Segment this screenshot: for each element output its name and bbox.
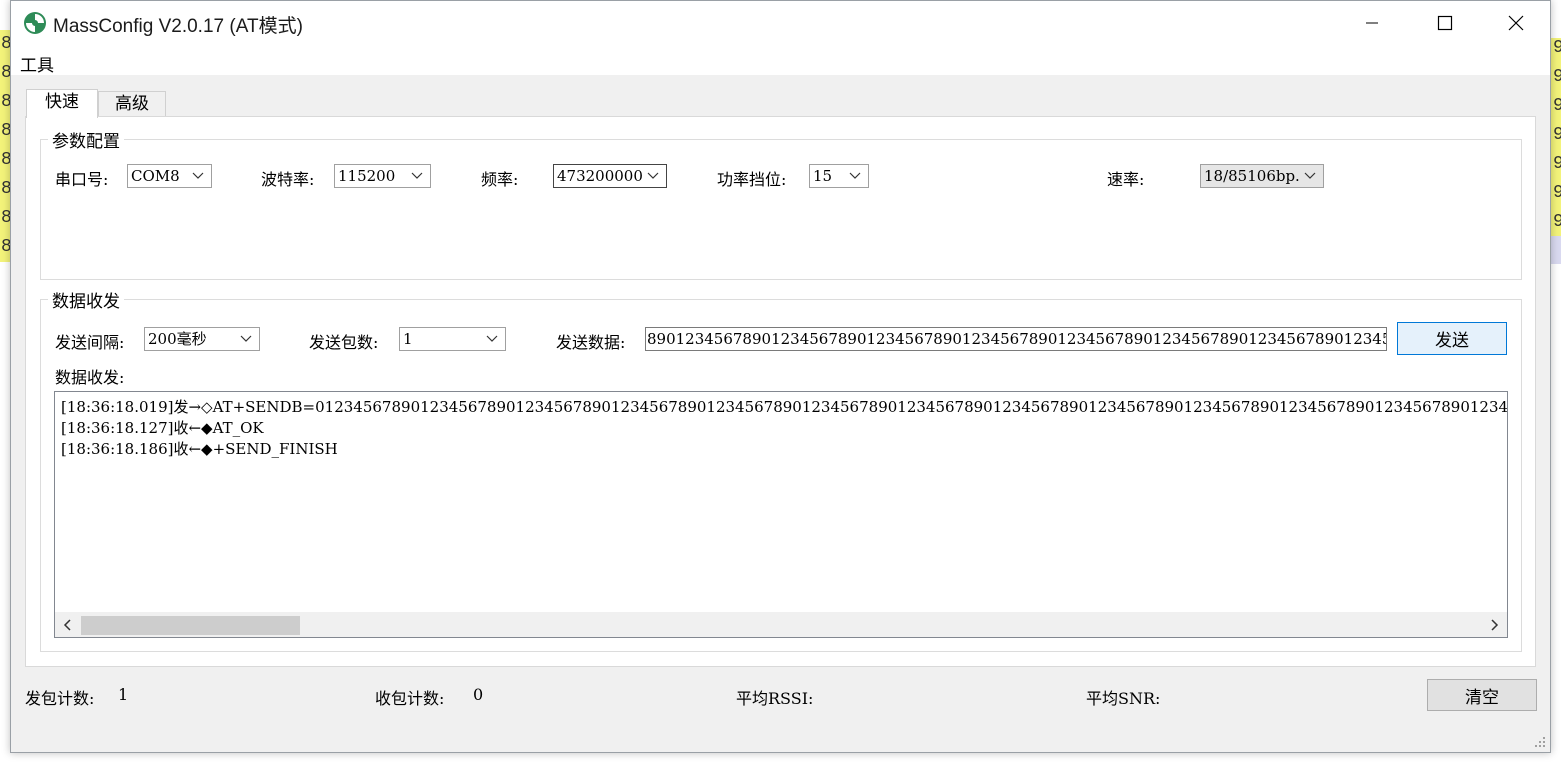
data-log[interactable]: [18:36:18.019]发→◇AT+SENDB=01234567890123… (54, 391, 1508, 638)
title-bar[interactable]: MassConfig V2.0.17 (AT模式) (11, 1, 1550, 45)
power-value: 15 (813, 167, 833, 185)
send-button[interactable]: 发送 (1397, 322, 1507, 355)
close-button[interactable] (1481, 1, 1551, 45)
tab-quick[interactable]: 快速 (26, 89, 98, 118)
chevron-down-icon (410, 165, 424, 187)
rate-label: 速率: (1107, 170, 1145, 189)
chevron-down-icon (239, 328, 253, 350)
rate-select[interactable]: 18/85106bp. (1200, 164, 1324, 188)
minimize-icon (1366, 22, 1378, 24)
packet-count-value: 1 (403, 330, 413, 348)
background-digit: 9 (1553, 183, 1561, 203)
recv-count-label: 收包计数: (375, 689, 445, 708)
close-icon (1508, 15, 1524, 31)
app-logo-icon (24, 12, 46, 34)
minimize-button[interactable] (1337, 1, 1407, 45)
menu-tools[interactable]: 工具 (20, 51, 54, 76)
interval-value: 200毫秒 (148, 330, 207, 348)
tab-advanced[interactable]: 高级 (98, 91, 166, 118)
chevron-down-icon (646, 165, 660, 187)
scroll-left-icon[interactable] (55, 613, 79, 637)
send-data-input[interactable]: 8901234567890123456789012345678901234567… (645, 327, 1387, 351)
chevron-down-icon (191, 165, 205, 187)
background-digit: 9 (1553, 67, 1561, 87)
resize-grip-icon[interactable] (1534, 736, 1546, 748)
sent-count-value: 1 (118, 685, 129, 704)
avg-snr-label: 平均SNR: (1086, 689, 1161, 708)
baud-label: 波特率: (261, 170, 315, 189)
data-group-title: 数据收发 (48, 287, 124, 312)
param-config-title: 参数配置 (48, 127, 124, 152)
background-digit: 9 (1553, 212, 1561, 232)
freq-value: 473200000 (557, 167, 643, 185)
log-label: 数据收发: (55, 368, 125, 387)
interval-label: 发送间隔: (55, 333, 125, 352)
menu-bar: 工具 (11, 45, 1550, 76)
background-digit: 9 (1553, 38, 1561, 58)
maximize-icon (1437, 15, 1453, 31)
freq-select[interactable]: 473200000 (553, 164, 667, 188)
chevron-down-icon (1303, 165, 1317, 187)
packet-count-label: 发送包数: (309, 333, 379, 352)
baud-select[interactable]: 115200 (334, 164, 431, 188)
sent-count-label: 发包计数: (25, 689, 95, 708)
port-value: COM8 (131, 167, 180, 185)
app-window: MassConfig V2.0.17 (AT模式) 工具 快速 高级 参数配置 … (10, 0, 1551, 753)
chevron-down-icon (848, 165, 862, 187)
horizontal-scrollbar[interactable] (55, 612, 1507, 637)
interval-select[interactable]: 200毫秒 (144, 327, 260, 351)
background-digit: 9 (1553, 96, 1561, 116)
freq-label: 频率: (481, 170, 519, 189)
port-label: 串口号: (55, 170, 109, 189)
scroll-right-icon[interactable] (1483, 613, 1507, 637)
packet-count-select[interactable]: 1 (399, 327, 506, 351)
avg-rssi-label: 平均RSSI: (736, 689, 814, 708)
power-label: 功率挡位: (717, 170, 787, 189)
log-line: [18:36:18.127]收←◆AT_OK (61, 419, 264, 437)
background-strip-right-lower (1551, 236, 1561, 264)
chevron-down-icon (485, 328, 499, 350)
recv-count-value: 0 (473, 685, 484, 704)
maximize-button[interactable] (1410, 1, 1480, 45)
window-title: MassConfig V2.0.17 (AT模式) (53, 16, 303, 37)
background-digit: 9 (1553, 125, 1561, 145)
port-select[interactable]: COM8 (127, 164, 212, 188)
power-select[interactable]: 15 (809, 164, 869, 188)
background-digit: 9 (1553, 154, 1561, 174)
clear-button[interactable]: 清空 (1427, 679, 1537, 711)
rate-value: 18/85106bp. (1204, 167, 1300, 185)
log-line: [18:36:18.186]收←◆+SEND_FINISH (61, 440, 338, 458)
param-config-group (40, 139, 1522, 280)
log-line: [18:36:18.019]发→◇AT+SENDB=01234567890123… (61, 398, 1508, 416)
baud-value: 115200 (338, 167, 396, 185)
send-data-label: 发送数据: (556, 333, 626, 352)
scroll-thumb[interactable] (81, 616, 300, 635)
